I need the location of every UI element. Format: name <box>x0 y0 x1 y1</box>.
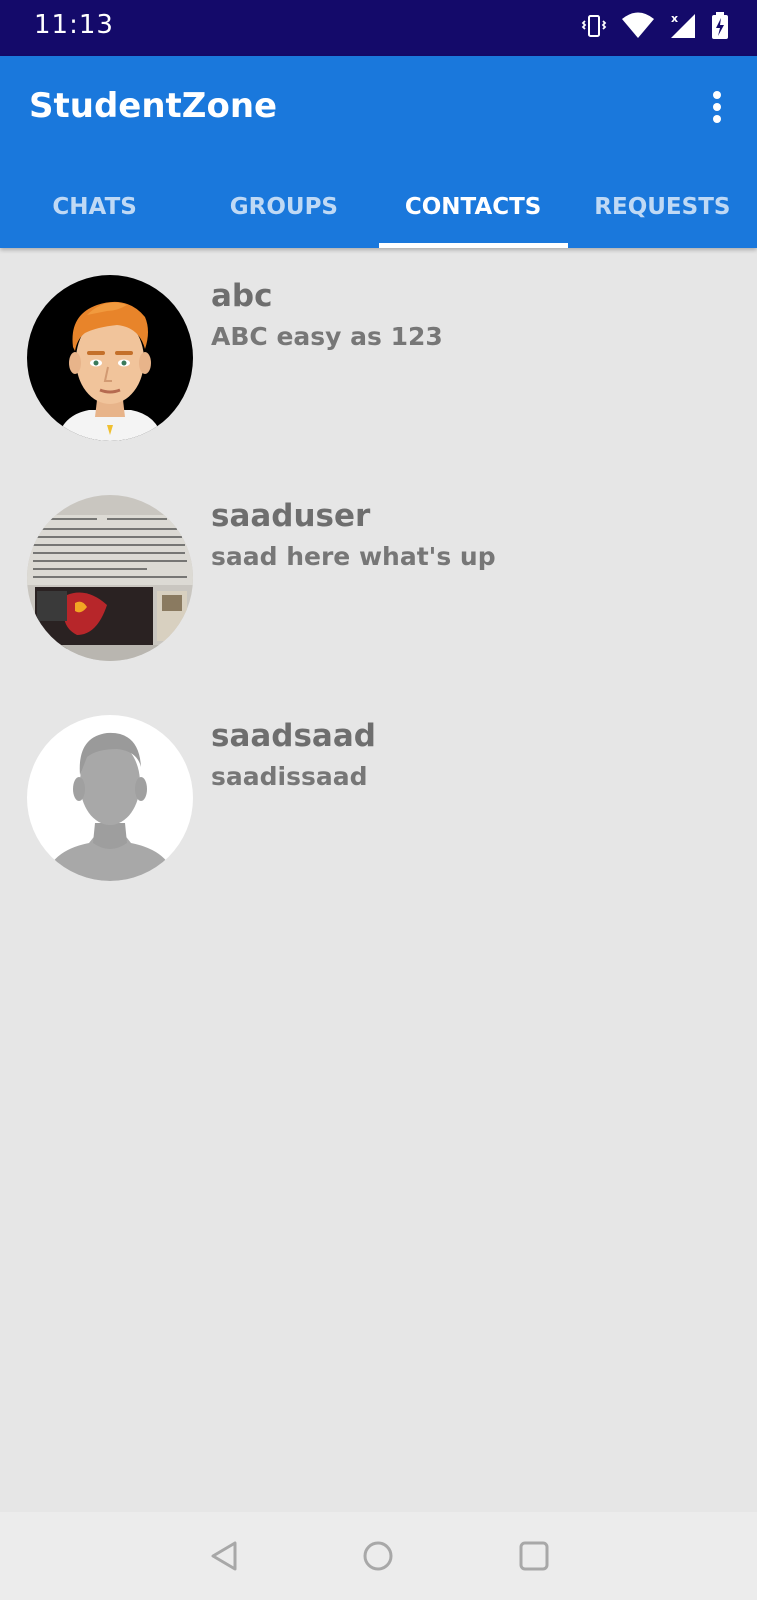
home-icon <box>363 1541 393 1571</box>
overflow-menu-button[interactable] <box>697 82 737 132</box>
back-icon <box>211 1541 237 1571</box>
status-time: 11:13 <box>34 10 114 40</box>
nav-back-button[interactable] <box>200 1532 248 1580</box>
cell-signal-icon: x <box>669 12 697 44</box>
photo-avatar[interactable] <box>27 495 193 661</box>
vibrate-icon <box>581 13 607 43</box>
contact-status: ABC easy as 123 <box>211 322 443 351</box>
nav-home-button[interactable] <box>354 1532 402 1580</box>
tab-bar: CHATS GROUPS CONTACTS REQUESTS <box>0 166 757 248</box>
app-bar: StudentZone CHATS GROUPS CONTACTS REQUES… <box>0 56 757 248</box>
tab-contacts[interactable]: CONTACTS <box>378 166 569 248</box>
contact-row-saaduser[interactable]: saaduser saad here what's up <box>0 468 757 688</box>
contact-name: abc <box>211 278 273 314</box>
status-icons: x <box>581 12 729 44</box>
status-bar: 11:13 x <box>0 0 757 56</box>
contact-name: saaduser <box>211 498 371 534</box>
system-nav-bar <box>0 1512 757 1600</box>
battery-charging-icon <box>711 12 729 44</box>
more-vert-icon <box>713 91 721 123</box>
default-person-avatar[interactable] <box>27 715 193 881</box>
recents-icon <box>519 1541 549 1571</box>
contact-name: saadsaad <box>211 718 376 754</box>
tab-groups[interactable]: GROUPS <box>189 166 378 248</box>
cartoon-man-avatar[interactable] <box>27 275 193 441</box>
contact-status: saad here what's up <box>211 542 496 571</box>
contact-row-abc[interactable]: abc ABC easy as 123 <box>0 248 757 468</box>
app-title: StudentZone <box>29 86 278 126</box>
tab-requests[interactable]: REQUESTS <box>568 166 757 248</box>
contact-row-saadsaad[interactable]: saadsaad saadissaad <box>0 688 757 908</box>
nav-recents-button[interactable] <box>510 1532 558 1580</box>
wifi-icon <box>621 12 655 44</box>
contact-status: saadissaad <box>211 762 368 791</box>
svg-text:x: x <box>671 12 678 25</box>
tab-chats[interactable]: CHATS <box>0 166 189 248</box>
contact-list: abc ABC easy as 123 saaduser saad here w… <box>0 248 757 908</box>
